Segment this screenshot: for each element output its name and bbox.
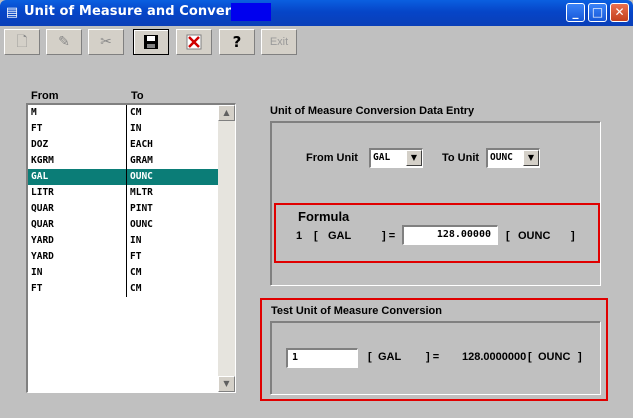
list-item[interactable]: FT CM (28, 281, 220, 297)
conversion-rows: M CM FT IN DOZ EACH KGRM GRAM GAL OUNC LITR MLTR QUA… (28, 105, 220, 297)
new-document-icon: 🗋 (16, 34, 28, 50)
to-unit-cell: CM (130, 283, 142, 294)
to-unit-cell: GRAM (130, 155, 153, 166)
help-button[interactable]: ? (219, 29, 255, 55)
delete-x-icon (186, 34, 202, 50)
test-from-unit: GAL (378, 351, 402, 363)
to-unit-label: To Unit (442, 152, 480, 164)
to-unit-value: OUNC (490, 152, 513, 163)
from-unit-cell: KGRM (31, 155, 54, 166)
to-unit-cell: CM (130, 107, 142, 118)
conversion-factor-input[interactable]: 128.00000 (402, 225, 498, 245)
chevron-down-icon[interactable]: ▼ (523, 150, 539, 166)
test-equals: ] = (426, 351, 440, 363)
test-quantity-input[interactable]: 1 (286, 348, 358, 368)
from-unit-cell: YARD (31, 251, 54, 262)
list-item[interactable]: M CM (28, 105, 220, 121)
test-bracket-close: ] (578, 351, 582, 363)
list-item[interactable]: DOZ EACH (28, 137, 220, 153)
formula-quantity: 1 (296, 230, 303, 242)
title-color-swatch (231, 3, 271, 21)
test-result: 128.0000000 (462, 351, 527, 363)
formula-bracket-open-2: [ (506, 230, 510, 242)
from-unit-cell: GAL (31, 171, 49, 182)
formula-to-unit: OUNC (518, 230, 551, 242)
formula-bracket-open: [ (314, 230, 318, 242)
list-item[interactable]: YARD FT (28, 249, 220, 265)
scroll-down-button[interactable]: ▼ (218, 376, 235, 392)
to-unit-cell: OUNC (130, 171, 153, 182)
from-unit-cell: QUAR (31, 203, 54, 214)
to-unit-cell: OUNC (130, 219, 153, 230)
from-unit-cell: M (31, 107, 37, 118)
from-unit-cell: QUAR (31, 219, 54, 230)
to-unit-cell: IN (130, 123, 142, 134)
from-unit-cell: LITR (31, 187, 54, 198)
scroll-up-button[interactable]: ▲ (218, 105, 235, 121)
entry-group-title: Unit of Measure Conversion Data Entry (270, 105, 475, 117)
list-item[interactable]: YARD IN (28, 233, 220, 249)
list-item[interactable]: KGRM GRAM (28, 153, 220, 169)
delete-button[interactable] (176, 29, 212, 55)
exit-button[interactable]: Exit (261, 29, 297, 55)
form-icon: ▤ (5, 5, 19, 20)
floppy-disk-icon (144, 35, 158, 49)
edit-icon: ✎ (58, 34, 70, 50)
toolbar: 🗋 ✎ ✂ ? Exit (0, 26, 304, 58)
title-bar: ▤ Unit of Measure and Conversion _ □ ✕ (0, 0, 633, 26)
to-unit-cell: IN (130, 235, 142, 246)
column-separator (126, 105, 127, 297)
conversion-list[interactable]: M CM FT IN DOZ EACH KGRM GRAM GAL OUNC LITR MLTR QUA… (26, 103, 236, 393)
edit-button[interactable]: ✎ (46, 29, 82, 55)
close-button[interactable]: ✕ (610, 3, 629, 22)
from-unit-label: From Unit (306, 152, 358, 164)
from-unit-cell: IN (31, 267, 43, 278)
to-unit-cell: PINT (130, 203, 153, 214)
list-item[interactable]: LITR MLTR (28, 185, 220, 201)
scissors-icon: ✂ (100, 34, 112, 50)
question-mark-icon: ? (232, 33, 242, 51)
from-unit-cell: FT (31, 123, 43, 134)
from-column-header: From (31, 90, 59, 102)
new-button[interactable]: 🗋 (4, 29, 40, 55)
minimize-button[interactable]: _ (566, 3, 585, 22)
to-column-header: To (131, 90, 144, 102)
from-unit-cell: DOZ (31, 139, 49, 150)
formula-bracket-close: ] (571, 230, 575, 242)
from-unit-value: GAL (373, 152, 391, 163)
arrow-up-icon: ▲ (223, 108, 230, 117)
chevron-down-icon[interactable]: ▼ (406, 150, 422, 166)
list-item[interactable]: FT IN (28, 121, 220, 137)
arrow-down-icon: ▼ (223, 379, 230, 388)
test-bracket-open-2: [ (528, 351, 532, 363)
to-unit-cell: FT (130, 251, 142, 262)
test-to-unit: OUNC (538, 351, 571, 363)
cut-button[interactable]: ✂ (88, 29, 124, 55)
list-item[interactable]: GAL OUNC (28, 169, 220, 185)
maximize-button[interactable]: □ (588, 3, 607, 22)
save-button[interactable] (133, 29, 169, 55)
formula-equals: ] = (382, 230, 396, 242)
to-unit-cell: CM (130, 267, 142, 278)
from-unit-cell: FT (31, 283, 43, 294)
from-unit-cell: YARD (31, 235, 54, 246)
formula-from-unit: GAL (328, 230, 352, 242)
list-item[interactable]: QUAR PINT (28, 201, 220, 217)
test-group-title: Test Unit of Measure Conversion (271, 305, 442, 317)
to-unit-dropdown[interactable]: OUNC ▼ (486, 148, 540, 168)
list-item[interactable]: IN CM (28, 265, 220, 281)
to-unit-cell: EACH (130, 139, 153, 150)
vertical-scrollbar[interactable]: ▲ ▼ (218, 105, 235, 392)
formula-label: Formula (298, 209, 350, 224)
window-title: Unit of Measure and Conversion (24, 4, 263, 19)
list-item[interactable]: QUAR OUNC (28, 217, 220, 233)
to-unit-cell: MLTR (130, 187, 153, 198)
from-unit-dropdown[interactable]: GAL ▼ (369, 148, 423, 168)
test-bracket-open: [ (368, 351, 372, 363)
